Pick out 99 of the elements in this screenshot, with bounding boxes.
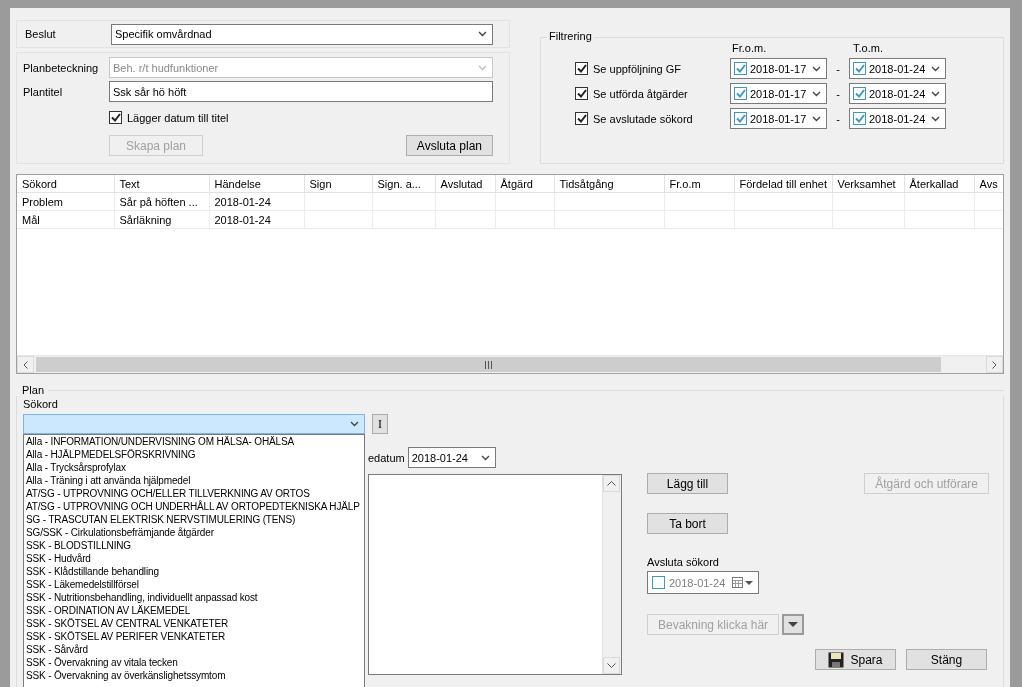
field-label: edatum <box>368 451 405 464</box>
checkbox[interactable] <box>575 112 588 125</box>
date-picker[interactable]: 2018-01-24 <box>849 58 946 79</box>
table-cell: Sår på höften ... <box>114 192 209 211</box>
column-header[interactable]: Fr.o.m <box>664 175 734 193</box>
dropdown-option[interactable]: AT/SG - UTPROVNING OCH UNDERHÅLL AV ORTOPEDTEKNISKA HJÄLP <box>24 500 364 513</box>
dropdown-option[interactable]: SG/SSK - Cirkulationsbefrämjande åtgärder <box>24 526 364 539</box>
column-header[interactable]: Tidsåtgång <box>554 175 664 193</box>
chevron-icon <box>812 115 821 122</box>
checkbox[interactable] <box>575 87 588 100</box>
dropdown-option[interactable]: SSK - SKÖTSEL AV PERIFER VENKATETER <box>24 630 364 643</box>
date-picker[interactable]: 2018-01-17 <box>730 58 827 79</box>
column-header[interactable]: Text <box>114 175 209 193</box>
column-header[interactable]: Avs <box>974 175 1003 193</box>
grip-icon <box>485 360 492 369</box>
checkbox[interactable] <box>853 112 866 125</box>
field-label: Avsluta sökord <box>647 556 719 568</box>
add-button[interactable]: Lägg till <box>647 473 728 494</box>
chevron-icon <box>350 421 359 427</box>
column-header[interactable]: Fördelad till enhet <box>734 175 832 193</box>
dropdown-option[interactable]: SSK - Sårvård <box>24 643 364 656</box>
dropdown-option[interactable]: Alla - Trycksårsprofylax <box>24 461 364 474</box>
table-cell: 2018-01-24 <box>209 210 304 229</box>
dropdown-option[interactable]: SSK - Övervakning av överkänslighetssymtom <box>24 669 364 682</box>
field-label: Planbeteckning <box>23 61 100 74</box>
calendar-icon[interactable] <box>732 577 754 588</box>
date-picker[interactable]: 2018-01-17 <box>730 108 827 129</box>
field-label: Beslut <box>25 28 57 40</box>
checkbox-label: Se utförda åtgärder <box>593 87 688 100</box>
checkbox-label: Se uppföljning GF <box>593 62 682 75</box>
separator: - <box>835 62 841 75</box>
checkbox[interactable] <box>734 112 747 125</box>
table-cell: Problem <box>17 192 114 211</box>
horizontal-scrollbar[interactable] <box>17 355 1003 373</box>
column-header[interactable]: Åtgärd <box>495 175 554 193</box>
checkbox[interactable] <box>109 111 122 124</box>
checkbox[interactable] <box>734 62 747 75</box>
column-header[interactable]: Verksamhet <box>832 175 904 193</box>
dropdown-option[interactable]: SSK - Övervakning av vitala tecken <box>24 656 364 669</box>
chevron-icon <box>931 65 940 72</box>
column-header[interactable]: Återkallad <box>904 175 974 193</box>
group-title: Plan <box>22 384 45 396</box>
close-button[interactable]: Stäng <box>906 649 987 670</box>
dropdown-option[interactable]: SSK - ORDINATION AV LÄKEMEDEL <box>24 604 364 617</box>
decision-dropdown[interactable]: Specifik omvårdnad <box>111 23 493 45</box>
dropdown-option[interactable]: SSK - Läkemedelstillförsel <box>24 578 364 591</box>
caret-icon <box>788 622 799 627</box>
column-header[interactable]: Sign. a... <box>372 175 435 193</box>
date-dropdown[interactable]: 2018-01-24 <box>407 447 496 468</box>
info-button[interactable]: I <box>372 414 388 434</box>
dropdown-option[interactable]: SSK - BLODSTILLNING <box>24 539 364 552</box>
checkbox[interactable] <box>734 87 747 100</box>
plan-title-field[interactable]: Ssk sår hö höft <box>109 81 493 102</box>
dropdown-option[interactable]: Alla - INFORMATION/UNDERVISNING OM HÄLSA- OHÄLSA <box>24 435 364 448</box>
date-picker[interactable]: 2018-01-24 <box>849 83 946 104</box>
checkbox[interactable] <box>575 62 588 75</box>
field-label: Sökord <box>23 398 58 410</box>
checkbox[interactable] <box>652 576 665 589</box>
save-button[interactable]: Spara <box>815 649 896 670</box>
date-picker[interactable]: 2018-01-17 <box>730 83 827 104</box>
group-title: Filtrering <box>547 30 594 42</box>
dropdown-option[interactable]: AT/SG - UTPROVNING OCH/ELLER TILLVERKNING AV ORTOS <box>24 487 364 500</box>
dropdown-option[interactable]: SSK - Nutritionsbehandling, individuellt anpassad kost <box>24 591 364 604</box>
field-label: Plantitel <box>23 85 64 98</box>
chevron-icon <box>812 65 821 72</box>
table-cell: Sårläkning <box>114 210 209 229</box>
close-plan-button[interactable]: Avsluta plan <box>405 135 493 156</box>
dropdown-option[interactable]: SG - TRASCUTAN ELEKTRISK NERVSTIMULERING (TENS) <box>24 513 364 526</box>
dropdown-option[interactable]: SSK - Klådstillande behandling <box>24 565 364 578</box>
column-header[interactable]: Avslutad <box>435 175 495 193</box>
column-header[interactable]: Händelse <box>209 175 304 193</box>
checkbox[interactable] <box>853 62 866 75</box>
chevron-icon <box>478 64 487 71</box>
keyword-dropdown[interactable] <box>23 414 365 434</box>
column-header: T.o.m. <box>852 42 884 54</box>
column-header[interactable]: Sökord <box>17 175 114 193</box>
vertical-scrollbar[interactable] <box>602 475 621 674</box>
date-picker[interactable]: 2018-01-24 <box>647 571 759 594</box>
dropdown-option[interactable]: Alla - HJÄLPMEDELSFÖRSKRIVNING <box>24 448 364 461</box>
dropdown-button[interactable] <box>782 614 805 635</box>
checkbox-label: Lägger datum till titel <box>127 111 229 124</box>
chevron-icon <box>931 90 940 97</box>
remove-button[interactable]: Ta bort <box>647 513 728 534</box>
chevron-icon <box>812 90 821 97</box>
chevron-icon <box>931 115 940 122</box>
separator: - <box>835 87 841 100</box>
date-picker[interactable]: 2018-01-24 <box>849 108 946 129</box>
dropdown-option[interactable]: SSK - Hudvård <box>24 552 364 565</box>
checkbox[interactable] <box>853 87 866 100</box>
column-header: Fr.o.m. <box>731 42 768 54</box>
column-header[interactable]: Sign <box>304 175 372 193</box>
table-cell: Mål <box>17 210 114 229</box>
checkbox-label: Se avslutade sökord <box>593 112 693 125</box>
table-cell: 2018-01-24 <box>209 192 304 211</box>
chevron-icon <box>480 454 490 461</box>
dropdown-option[interactable]: SSK - SKÖTSEL AV CENTRAL VENKATETER <box>24 617 364 630</box>
separator: - <box>835 112 841 125</box>
chevron-icon <box>478 31 487 37</box>
dropdown-option[interactable]: Alla - Träning i att använda hjälpmedel <box>24 474 364 487</box>
